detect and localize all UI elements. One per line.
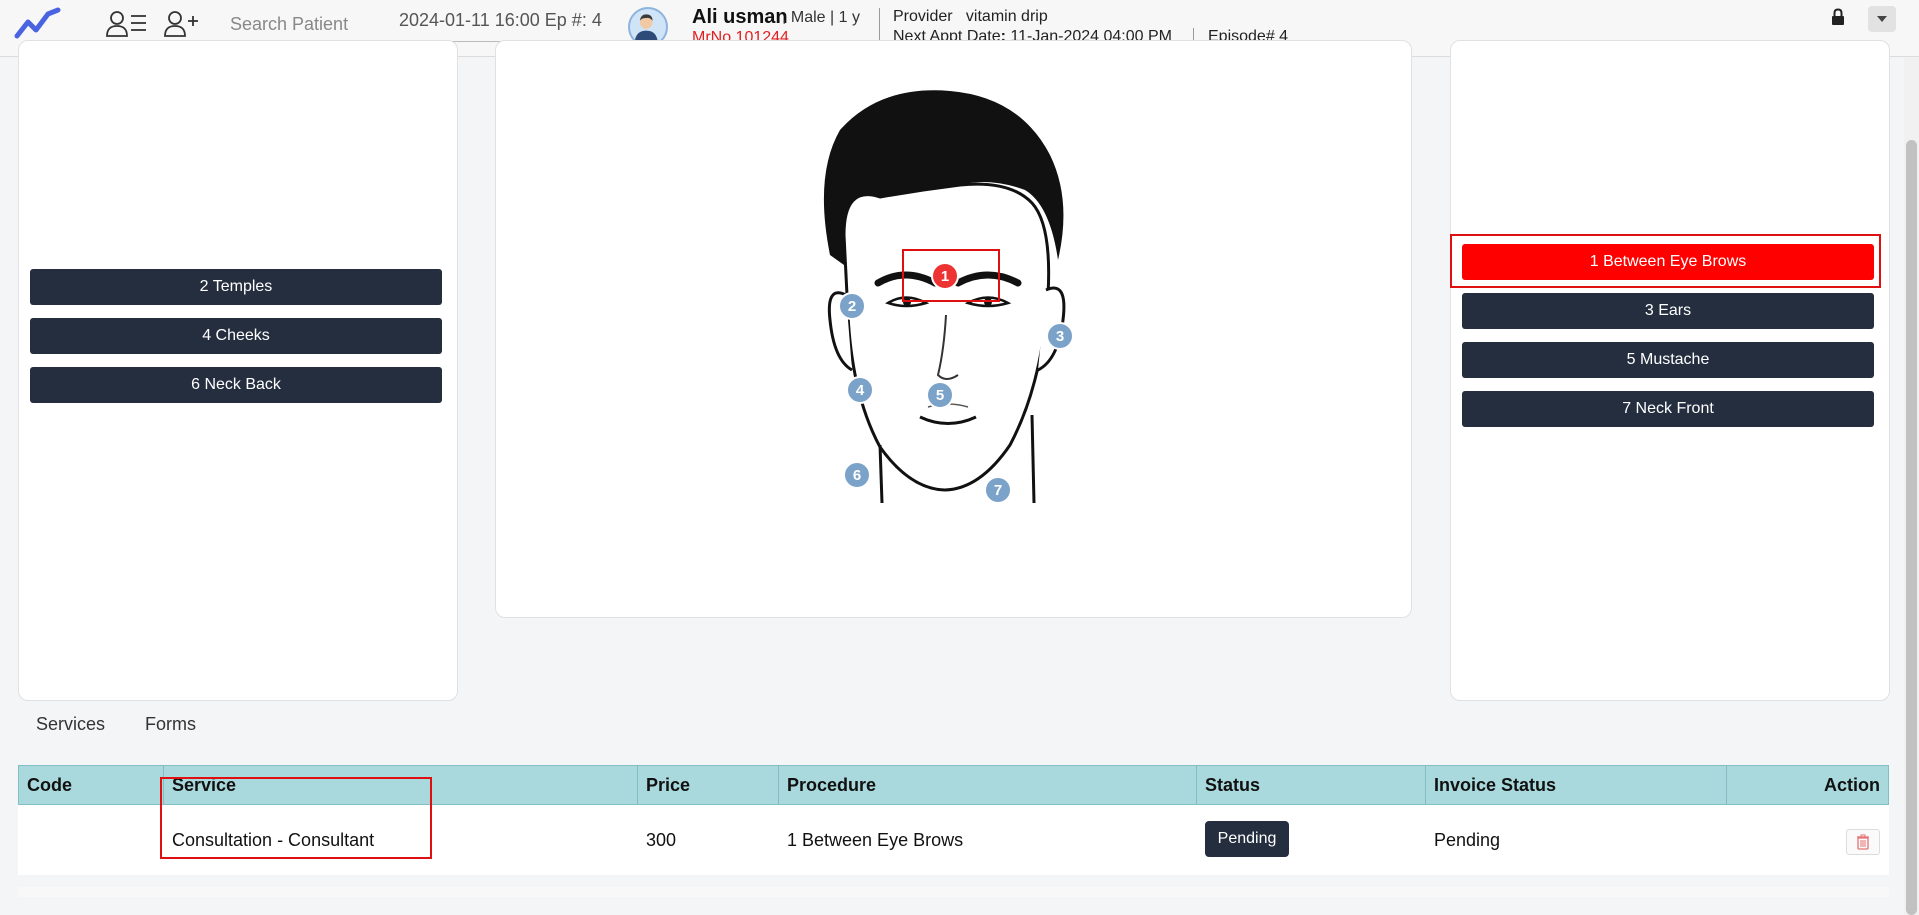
marker-mustache[interactable]: 5	[926, 381, 954, 409]
marker-ears[interactable]: 3	[1046, 322, 1074, 350]
zone-button-mustache[interactable]: 5 Mustache	[1462, 342, 1874, 378]
header-dropdown-button[interactable]	[1868, 6, 1896, 32]
zone-button-ears[interactable]: 3 Ears	[1462, 293, 1874, 329]
tab-forms[interactable]: Forms	[145, 714, 196, 735]
episode-select[interactable]: 2024-01-11 16:00 Ep #: 4	[398, 8, 605, 42]
zone-button-neck-back[interactable]: 6 Neck Back	[30, 367, 442, 403]
patient-list-icon[interactable]	[104, 8, 148, 40]
marker-cheeks[interactable]: 4	[846, 376, 874, 404]
col-status: Status	[1196, 766, 1425, 804]
tab-services[interactable]: Services	[36, 714, 105, 735]
marker-temples[interactable]: 2	[838, 292, 866, 320]
zone-button-neck-front[interactable]: 7 Neck Front	[1462, 391, 1874, 427]
cell-price: 300	[646, 830, 677, 850]
provider-label: Provider	[893, 8, 953, 25]
service-highlight-box	[160, 777, 432, 859]
col-code: Code	[27, 775, 72, 795]
app-logo-icon[interactable]	[14, 6, 62, 42]
provider-info: Provider vitamin drip	[893, 8, 1048, 26]
cell-code	[18, 805, 26, 875]
provider-value: vitamin drip	[965, 8, 1048, 25]
marker-neck-front[interactable]: 7	[984, 476, 1012, 504]
zone-button-temples[interactable]: 2 Temples	[30, 269, 442, 305]
patient-gender-age: , Male | 1 y	[782, 9, 860, 26]
bottom-tabs: Services Forms	[36, 714, 196, 735]
col-invoice-status: Invoice Status	[1425, 766, 1726, 804]
cell-procedure: 1 Between Eye Brows	[787, 830, 964, 850]
marker-between-eye-brows[interactable]: 1	[931, 262, 959, 290]
zone-button-cheeks[interactable]: 4 Cheeks	[30, 318, 442, 354]
add-patient-icon[interactable]	[162, 8, 206, 40]
cell-invoice-status: Pending	[1434, 830, 1501, 850]
lock-icon[interactable]	[1830, 8, 1846, 26]
search-patient-input[interactable]	[230, 8, 380, 42]
zone-button-between-eye-brows[interactable]: 1 Between Eye Brows	[1462, 244, 1874, 280]
status-badge[interactable]: Pending	[1205, 821, 1289, 857]
col-price: Price	[637, 766, 778, 804]
page-scrollbar-thumb[interactable]	[1906, 140, 1917, 915]
col-action: Action	[1726, 766, 1888, 804]
trash-icon	[1857, 834, 1869, 850]
table-footer	[18, 887, 1889, 897]
col-procedure: Procedure	[778, 766, 1196, 804]
delete-button[interactable]	[1846, 829, 1880, 855]
marker-neck-back[interactable]: 6	[843, 461, 871, 489]
patient-name: Ali usman	[692, 6, 788, 28]
